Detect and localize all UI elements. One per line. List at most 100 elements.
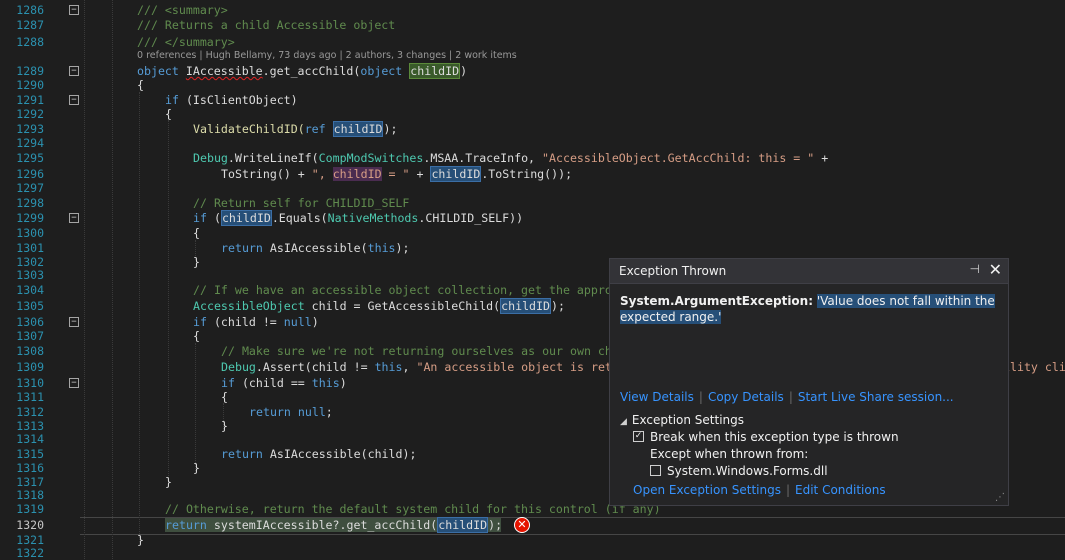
indent-guide	[195, 343, 196, 471]
line-number: 1286	[16, 3, 44, 17]
code-line[interactable]: {	[193, 226, 200, 240]
close-icon[interactable]: ✕	[989, 260, 1002, 279]
line-number: 1295	[16, 151, 44, 165]
open-exception-settings-link[interactable]: Open Exception Settings	[633, 483, 781, 497]
code-line[interactable]: object IAccessible.get_accChild(object c…	[137, 63, 467, 79]
line-number: 1310	[16, 376, 44, 390]
indent-guide	[168, 120, 169, 486]
line-number: 1303	[16, 268, 44, 282]
line-number: 1306	[16, 315, 44, 329]
code-line[interactable]: Debug.Assert(child != this, "An accessib…	[221, 360, 612, 374]
line-number: 1313	[16, 419, 44, 433]
code-line[interactable]: AccessibleObject child = GetAccessibleCh…	[193, 298, 565, 314]
code-line[interactable]: {	[137, 78, 144, 92]
line-number: 1314	[16, 432, 44, 446]
collapse-icon[interactable]: −	[69, 317, 79, 327]
line-number: 1305	[16, 299, 44, 313]
line-number: 1300	[16, 226, 44, 240]
reference-highlight: childID	[437, 517, 489, 533]
code-line[interactable]: Debug.WriteLineIf(CompModSwitches.MSAA.T…	[193, 151, 828, 165]
edit-conditions-link[interactable]: Edit Conditions	[795, 483, 886, 497]
code-line[interactable]: // Return self for CHILDID_SELF	[193, 196, 409, 210]
line-number: 1292	[16, 107, 44, 121]
line-number: 1298	[16, 196, 44, 210]
collapse-icon[interactable]: −	[69, 213, 79, 223]
code-line[interactable]: }	[221, 419, 228, 433]
code-line[interactable]: {	[193, 329, 200, 343]
error-icon[interactable]: ✕	[514, 517, 530, 533]
code-line[interactable]: {	[165, 107, 172, 121]
exception-links: View Details | Copy Details | Start Live Sha…	[620, 390, 954, 404]
line-number: 1315	[16, 447, 44, 461]
module-checkbox[interactable]	[650, 465, 661, 476]
separator: |	[788, 390, 793, 404]
current-statement-line[interactable]: return systemIAccessible?.get_accChild(c…	[165, 517, 502, 533]
code-line[interactable]: }	[165, 475, 172, 489]
indent-guide	[112, 0, 113, 559]
parameter-highlight: childID	[409, 63, 461, 79]
codelens-info[interactable]: 0 references | Hugh Bellamy, 73 days ago…	[137, 50, 517, 61]
popup-title: Exception Thrown	[619, 264, 727, 278]
exception-settings-header[interactable]: ◢ Exception Settings	[620, 413, 744, 427]
code-line[interactable]: {	[221, 390, 228, 404]
break-when-thrown-checkbox[interactable]: ✓	[633, 431, 644, 442]
code-line[interactable]: return AsIAccessible(child);	[221, 447, 416, 461]
code-line[interactable]: // Otherwise, return the default system …	[165, 502, 661, 516]
line-number: 1302	[16, 255, 44, 269]
view-details-link[interactable]: View Details	[620, 390, 694, 404]
line-number: 1296	[16, 167, 44, 181]
code-line[interactable]: }	[193, 255, 200, 269]
code-line[interactable]: if (childID.Equals(NativeMethods.CHILDID…	[193, 210, 523, 226]
collapse-icon[interactable]: −	[69, 5, 79, 15]
live-share-link[interactable]: Start Live Share session...	[798, 390, 954, 404]
code-line[interactable]: /// </summary>	[137, 35, 235, 49]
code-line[interactable]: ility clie	[1003, 360, 1065, 374]
indent-guide	[139, 92, 140, 542]
line-number: 1301	[16, 241, 44, 255]
break-when-thrown-option[interactable]: ✓ Break when this exception type is throw…	[633, 430, 899, 444]
line-number: 1318	[16, 488, 44, 502]
line-number: 1322	[16, 546, 44, 560]
settings-links: Open Exception Settings | Edit Conditions	[633, 483, 886, 497]
exception-message: System.ArgumentException: 'Value does no…	[620, 293, 1000, 325]
line-number: 1311	[16, 390, 44, 404]
code-line[interactable]: }	[193, 461, 200, 475]
pin-icon[interactable]: ⊣	[970, 262, 980, 276]
code-line[interactable]: /// <summary>	[137, 3, 228, 17]
code-line[interactable]: /// Returns a child Accessible object	[137, 18, 395, 32]
code-line[interactable]: if (IsClientObject)	[165, 93, 298, 107]
reference-highlight: childID	[220, 210, 272, 226]
caret-down-icon: ◢	[620, 417, 627, 427]
comment: /// </summary>	[137, 35, 235, 49]
code-line[interactable]: ValidateChildID(ref childID);	[193, 121, 397, 137]
code-line[interactable]: if (child == this)	[221, 376, 347, 390]
code-line[interactable]: ToString() + ", childID = " + childID.To…	[221, 166, 572, 182]
module-option[interactable]: System.Windows.Forms.dll	[650, 464, 828, 478]
collapse-icon[interactable]: −	[69, 95, 79, 105]
code-line[interactable]: return null;	[249, 405, 333, 419]
line-number: 1317	[16, 475, 44, 489]
reference-highlight: childID	[332, 121, 384, 137]
collapse-icon[interactable]: −	[69, 378, 79, 388]
resize-grip-icon[interactable]: ⋰	[995, 492, 1005, 503]
separator: |	[785, 483, 791, 497]
copy-details-link[interactable]: Copy Details	[708, 390, 784, 404]
line-number: 1297	[16, 181, 44, 195]
line-number: 1299	[16, 211, 44, 225]
line-number: 1290	[16, 78, 44, 92]
line-number: 1308	[16, 344, 44, 358]
comment: /// <summary>	[137, 3, 228, 17]
exception-thrown-popup: Exception Thrown ⊣ ✕ System.ArgumentExce…	[609, 258, 1009, 506]
code-line[interactable]: }	[137, 533, 144, 547]
except-when-thrown-label: Except when thrown from:	[650, 447, 809, 461]
line-number: 1289	[16, 64, 44, 78]
line-number: 1316	[16, 461, 44, 475]
line-number: 1320	[16, 518, 44, 532]
collapse-icon[interactable]: −	[69, 66, 79, 76]
line-number: 1288	[16, 35, 44, 49]
code-line[interactable]: if (child != null)	[193, 315, 319, 329]
reference-highlight: childID	[430, 166, 482, 182]
code-line[interactable]: // Make sure we're not returning ourselv…	[221, 344, 612, 358]
code-line[interactable]: // If we have an accessible object colle…	[193, 283, 612, 297]
code-line[interactable]: return AsIAccessible(this);	[221, 241, 410, 255]
